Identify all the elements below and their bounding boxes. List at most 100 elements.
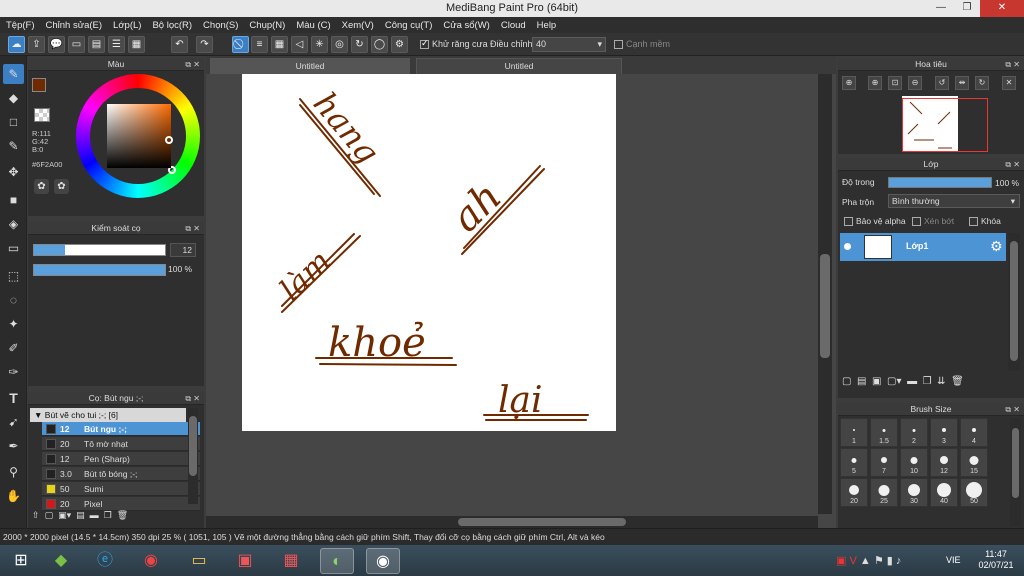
- eraser-tool-icon[interactable]: ◆: [3, 88, 24, 108]
- layer-opacity-slider[interactable]: [888, 177, 992, 188]
- layer-row[interactable]: Lớp1 ⚙: [840, 233, 1006, 261]
- menu-edit[interactable]: Chỉnh sửa(E): [46, 20, 103, 31]
- line-tool-icon[interactable]: ✎: [3, 136, 24, 156]
- snap-ellipse-icon[interactable]: ◯: [371, 36, 388, 53]
- brush-copy-icon[interactable]: ❐: [104, 510, 112, 520]
- brush-size-scrollbar[interactable]: [1010, 418, 1021, 526]
- canvas-horizontal-scrollbar[interactable]: [206, 516, 818, 528]
- brush-size-option[interactable]: 40: [930, 478, 958, 507]
- brush-size-option[interactable]: 1.5: [870, 418, 898, 447]
- brush-size-option[interactable]: 2: [900, 418, 928, 447]
- menu-help[interactable]: Help: [537, 20, 557, 31]
- taskbar-clock[interactable]: 11:47 02/07/21: [978, 549, 1014, 571]
- brush-list-scrollbar[interactable]: [188, 408, 198, 504]
- bluestacks-icon[interactable]: ◆: [44, 548, 78, 574]
- brush-size-option[interactable]: 50: [960, 478, 988, 507]
- chrome-icon[interactable]: ◉: [134, 548, 168, 574]
- rectangle-tool-icon[interactable]: □: [3, 112, 24, 132]
- rotate-left-icon[interactable]: ↺: [935, 76, 949, 90]
- undo-icon[interactable]: ↶: [171, 36, 188, 53]
- start-button-icon[interactable]: ⊞: [4, 548, 38, 574]
- presentation-app-icon[interactable]: ▣: [228, 548, 262, 574]
- grid-icon[interactable]: ▦: [128, 36, 145, 53]
- select-rect-icon[interactable]: ⬚: [3, 266, 24, 286]
- brush-group-header[interactable]: ▼ Bút vẽ cho tui ;-; [6]: [30, 408, 186, 422]
- menu-snap[interactable]: Chụp(N): [249, 20, 285, 31]
- brush-tool-icon[interactable]: ✎: [3, 64, 24, 84]
- medibang-taskbar-icon[interactable]: ◉: [366, 548, 400, 574]
- new-halftone-layer-icon[interactable]: ▤: [857, 376, 866, 387]
- color-history-icon[interactable]: ✿: [54, 179, 69, 194]
- brush-list-item[interactable]: 20 Pixel: [42, 497, 200, 511]
- palette-icon[interactable]: ✿: [34, 179, 49, 194]
- menu-tools[interactable]: Công cụ(T): [385, 20, 433, 31]
- gear-icon[interactable]: ⚙: [990, 238, 1003, 255]
- menu-window[interactable]: Cửa sổ(W): [443, 20, 489, 31]
- text-tool-icon[interactable]: T: [3, 388, 24, 408]
- tab-untitled-1[interactable]: Untitled: [210, 58, 410, 74]
- brush-size-option[interactable]: 7: [870, 448, 898, 477]
- gradient-tool-icon[interactable]: ▭: [3, 238, 24, 258]
- zoom-in-icon[interactable]: ⊕: [868, 76, 882, 90]
- select-eraser-icon[interactable]: ✑: [3, 362, 24, 382]
- document-icon[interactable]: ▤: [88, 36, 105, 53]
- new-brush-icon[interactable]: ▢: [45, 510, 54, 520]
- magic-wand-icon[interactable]: ✦: [3, 314, 24, 334]
- duplicate-layer-icon[interactable]: ❐: [923, 376, 932, 387]
- close-button[interactable]: ✕: [980, 0, 1024, 17]
- saturation-value-square[interactable]: [107, 104, 173, 168]
- zoom-fit-icon[interactable]: ⊕: [842, 76, 856, 90]
- brush-size-option[interactable]: 1: [840, 418, 868, 447]
- brush-size-option[interactable]: 4: [960, 418, 988, 447]
- rotate-right-icon[interactable]: ↻: [975, 76, 989, 90]
- menu-layer[interactable]: Lớp(L): [113, 20, 141, 31]
- select-pen-icon[interactable]: ✐: [3, 338, 24, 358]
- clip-studio-icon[interactable]: ◐: [320, 548, 354, 574]
- snap-off-icon[interactable]: ⃠: [232, 36, 249, 53]
- message-icon[interactable]: ▭: [68, 36, 85, 53]
- clipping-checkbox[interactable]: [912, 217, 921, 226]
- redo-icon[interactable]: ↷: [196, 36, 213, 53]
- brush-folder-icon[interactable]: ▬: [90, 510, 99, 520]
- snap-parallel-icon[interactable]: ≡: [251, 36, 268, 53]
- panel-window-icons[interactable]: ⧉ ✕: [1005, 158, 1020, 171]
- protect-alpha-checkbox[interactable]: [844, 217, 853, 226]
- tray-app-icon[interactable]: ▣: [836, 555, 846, 567]
- delete-layer-icon[interactable]: 🗑: [951, 376, 964, 387]
- sv-handle[interactable]: [165, 136, 173, 144]
- vietkey-icon[interactable]: V: [849, 555, 856, 567]
- file-explorer-icon[interactable]: ▭: [182, 548, 216, 574]
- snap-radial-icon[interactable]: ✳: [311, 36, 328, 53]
- restore-button[interactable]: ❐: [954, 0, 980, 17]
- add-layer-menu-icon[interactable]: ▢▾: [887, 376, 901, 387]
- brush-list-item[interactable]: 20 Tô mờ nhạt: [42, 437, 200, 451]
- list-icon[interactable]: ☰: [108, 36, 125, 53]
- comment-icon[interactable]: 💬: [48, 36, 65, 53]
- puzzle-app-icon[interactable]: ▦: [274, 548, 308, 574]
- correction-select[interactable]: 40 ▾: [532, 37, 606, 52]
- flip-icon[interactable]: ⇹: [955, 76, 969, 90]
- eyedropper-icon[interactable]: ⚲: [3, 462, 24, 482]
- new-layer-icon[interactable]: ▢: [842, 376, 851, 387]
- chevron-up-icon[interactable]: ▲: [860, 555, 871, 567]
- panel-window-icons[interactable]: ⧉ ✕: [1005, 58, 1020, 71]
- tab-untitled-2[interactable]: Untitled: [416, 58, 622, 74]
- brush-size-option[interactable]: 3: [930, 418, 958, 447]
- operation-tool-icon[interactable]: ➹: [3, 412, 24, 432]
- add-brush-icon[interactable]: ⇧: [32, 510, 40, 520]
- brush-list-item[interactable]: 12 Pen (Sharp): [42, 452, 200, 466]
- brush-size-option[interactable]: 25: [870, 478, 898, 507]
- snap-grid-icon[interactable]: ▦: [271, 36, 288, 53]
- brush-list-item[interactable]: 12Bút ngu ;-;⚙: [42, 422, 200, 436]
- eye-icon[interactable]: [844, 243, 851, 250]
- new-8bit-layer-icon[interactable]: ▣: [872, 376, 881, 387]
- move-tool-icon[interactable]: ✥: [3, 162, 24, 182]
- menu-file[interactable]: Tệp(F): [6, 20, 35, 31]
- brush-size-slider[interactable]: [33, 244, 166, 256]
- minimize-button[interactable]: —: [928, 0, 954, 17]
- blend-mode-select[interactable]: Bình thường ▾: [888, 194, 1020, 208]
- brush-edit-icon[interactable]: ▤: [76, 510, 85, 520]
- flag-icon[interactable]: ⚑: [874, 555, 884, 567]
- brush-size-option[interactable]: 12: [930, 448, 958, 477]
- brush-menu-icon[interactable]: ▣▾: [58, 510, 71, 520]
